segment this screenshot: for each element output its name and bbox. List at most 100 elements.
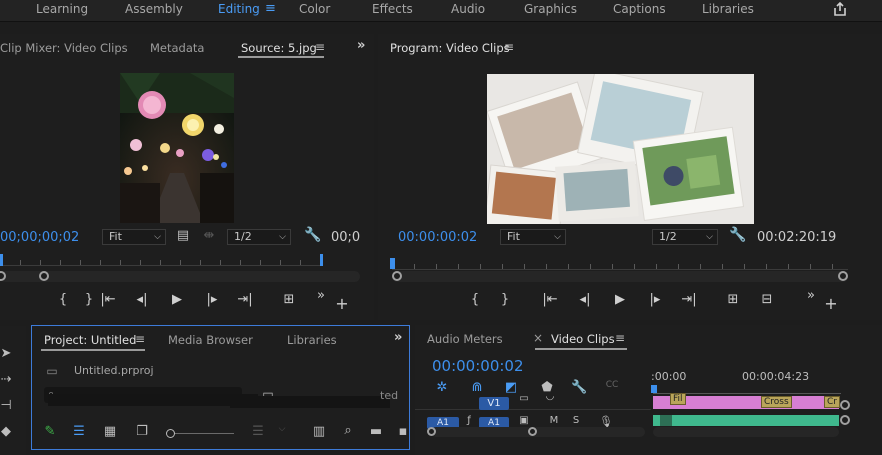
- timeline-settings-wrench-icon[interactable]: 🔧: [571, 380, 587, 395]
- source-time-ruler[interactable]: [0, 254, 323, 266]
- source-playhead-timecode[interactable]: 00;00;00;02: [0, 230, 79, 245]
- step-back-icon[interactable]: ◂|: [576, 292, 594, 307]
- go-to-in-icon[interactable]: |⇤: [541, 292, 559, 307]
- step-back-icon[interactable]: ◂|: [133, 292, 151, 307]
- zoom-slider[interactable]: [166, 429, 234, 438]
- project-panel-menu-icon[interactable]: ≡: [135, 332, 145, 346]
- insert-icon[interactable]: ⊞: [280, 292, 298, 307]
- list-view-icon[interactable]: ☰: [70, 424, 88, 439]
- new-folder-icon[interactable]: ▬: [368, 424, 384, 439]
- freeform-view-icon[interactable]: ❐: [132, 424, 152, 439]
- add-button-icon[interactable]: +: [822, 294, 840, 313]
- tab-media-browser[interactable]: Media Browser: [168, 333, 253, 347]
- step-forward-icon[interactable]: |▸: [646, 292, 664, 307]
- audio-clip[interactable]: [653, 415, 839, 426]
- close-icon[interactable]: ×: [533, 331, 543, 345]
- wrench-icon[interactable]: 🔧: [304, 227, 321, 243]
- mark-out-icon[interactable]: }: [80, 292, 98, 307]
- mute-icon[interactable]: M: [549, 415, 559, 426]
- workspace-editing[interactable]: Editing: [218, 2, 260, 16]
- new-item-icon[interactable]: ▪: [398, 424, 408, 439]
- ripple-edit-tool-icon[interactable]: ⊣: [0, 398, 12, 413]
- tab-project[interactable]: Project: Untitled: [44, 333, 136, 347]
- snap-magnet-icon[interactable]: ⋒: [469, 380, 485, 395]
- transition-label-1[interactable]: Fil: [670, 393, 686, 405]
- extract-icon[interactable]: ⊟: [758, 292, 776, 307]
- selection-tool-icon[interactable]: ➤: [0, 346, 12, 361]
- play-icon[interactable]: ▶: [168, 292, 186, 307]
- workspace-graphics[interactable]: Graphics: [524, 2, 577, 16]
- source-patch-v1[interactable]: V1: [479, 397, 509, 410]
- tab-clip-mixer[interactable]: Clip Mixer: Video Clips: [0, 41, 128, 55]
- lift-icon[interactable]: ⊞: [724, 292, 742, 307]
- tab-metadata[interactable]: Metadata: [150, 41, 204, 55]
- workspace-audio[interactable]: Audio: [451, 2, 485, 16]
- workspace-learning[interactable]: Learning: [36, 2, 88, 16]
- timeline-playhead-timecode[interactable]: 00:00:00:02: [432, 357, 524, 375]
- go-to-in-icon[interactable]: |⇤: [99, 292, 117, 307]
- sync-lock-icon[interactable]: ƒ: [463, 415, 475, 426]
- timeline-scroll-handle-right[interactable]: [528, 427, 537, 436]
- razor-tool-icon[interactable]: ◆: [0, 424, 12, 439]
- track-output-icon[interactable]: ▣: [518, 415, 530, 426]
- track-select-tool-icon[interactable]: ⇢: [0, 372, 12, 387]
- workspace-assembly[interactable]: Assembly: [125, 2, 183, 16]
- workspace-libraries[interactable]: Libraries: [702, 2, 754, 16]
- timeline-header-scrollbar[interactable]: [427, 427, 645, 437]
- transition-label-3[interactable]: Cr: [824, 396, 840, 408]
- project-overflow-chevron-icon[interactable]: »: [394, 330, 402, 345]
- automate-to-sequence-icon[interactable]: ▥: [310, 424, 328, 439]
- program-fit-dropdown[interactable]: Fit ⌵: [500, 229, 566, 245]
- source-zoom-handle-right[interactable]: [39, 271, 49, 281]
- source-resolution-dropdown[interactable]: 1/2 ⌵: [227, 229, 291, 245]
- find-icon[interactable]: ⌕: [340, 423, 356, 438]
- program-panel-menu-icon[interactable]: ≡: [504, 40, 514, 54]
- timeline-panel-menu-icon[interactable]: ≡: [615, 331, 625, 345]
- mark-in-icon[interactable]: {: [54, 292, 72, 307]
- program-zoom-handle-right[interactable]: [838, 271, 848, 281]
- program-time-ruler[interactable]: [390, 258, 848, 270]
- go-to-out-icon[interactable]: ⇥|: [680, 292, 698, 307]
- transition-label-2[interactable]: Cross: [761, 396, 792, 408]
- nest-icon[interactable]: ✲: [434, 380, 450, 395]
- timeline-scroll-handle-left[interactable]: [427, 427, 436, 436]
- program-zoom-handle-left[interactable]: [392, 271, 402, 281]
- eye-icon[interactable]: ◡: [543, 391, 557, 402]
- source-zoom-handle-left[interactable]: [0, 271, 6, 281]
- play-icon[interactable]: ▶: [611, 292, 629, 307]
- zoom-slider-handle[interactable]: [166, 429, 175, 438]
- tab-video-clips[interactable]: Video Clips: [551, 332, 615, 346]
- workspace-color[interactable]: Color: [299, 2, 330, 16]
- source-overflow-chevron-icon[interactable]: »: [357, 38, 365, 53]
- lock-icon[interactable]: ▭: [518, 393, 530, 404]
- more-buttons-icon[interactable]: »: [802, 288, 820, 303]
- add-button-icon[interactable]: +: [333, 294, 351, 313]
- tab-audio-meters[interactable]: Audio Meters: [427, 332, 503, 346]
- program-resolution-dropdown[interactable]: 1/2 ⌵: [652, 229, 718, 245]
- source-panel-menu-icon[interactable]: ≡: [315, 40, 325, 54]
- source-zoom-scrollbar[interactable]: [0, 271, 360, 282]
- tab-libraries[interactable]: Libraries: [287, 333, 337, 347]
- audio-track-scroll-handle[interactable]: [840, 415, 850, 425]
- mark-out-icon[interactable]: }: [496, 292, 514, 307]
- workspace-captions[interactable]: Captions: [613, 2, 666, 16]
- workspace-effects[interactable]: Effects: [372, 2, 413, 16]
- solo-icon[interactable]: S: [571, 415, 581, 426]
- video-track-scroll-handle[interactable]: [840, 400, 850, 410]
- tab-source[interactable]: Source: 5.jpg: [241, 41, 317, 55]
- more-buttons-icon[interactable]: »: [312, 288, 330, 303]
- tab-program[interactable]: Program: Video Clips: [390, 41, 510, 55]
- step-forward-icon[interactable]: |▸: [203, 292, 221, 307]
- source-fit-dropdown[interactable]: Fit ⌵: [102, 229, 166, 245]
- film-safe-margins-icon[interactable]: ▤: [176, 228, 190, 243]
- workspace-menu-icon[interactable]: ≡: [265, 1, 276, 16]
- linked-selection-icon[interactable]: ◩: [503, 380, 519, 395]
- program-zoom-scrollbar[interactable]: [392, 271, 848, 282]
- timeline-scrollbar[interactable]: [653, 427, 839, 437]
- mark-in-icon[interactable]: {: [466, 292, 484, 307]
- go-to-out-icon[interactable]: ⇥|: [236, 292, 254, 307]
- pencil-icon[interactable]: ✎: [42, 424, 58, 439]
- wrench-icon[interactable]: 🔧: [729, 227, 746, 243]
- icon-view-icon[interactable]: ▦: [102, 424, 118, 439]
- program-playhead-timecode[interactable]: 00:00:00:02: [398, 230, 477, 245]
